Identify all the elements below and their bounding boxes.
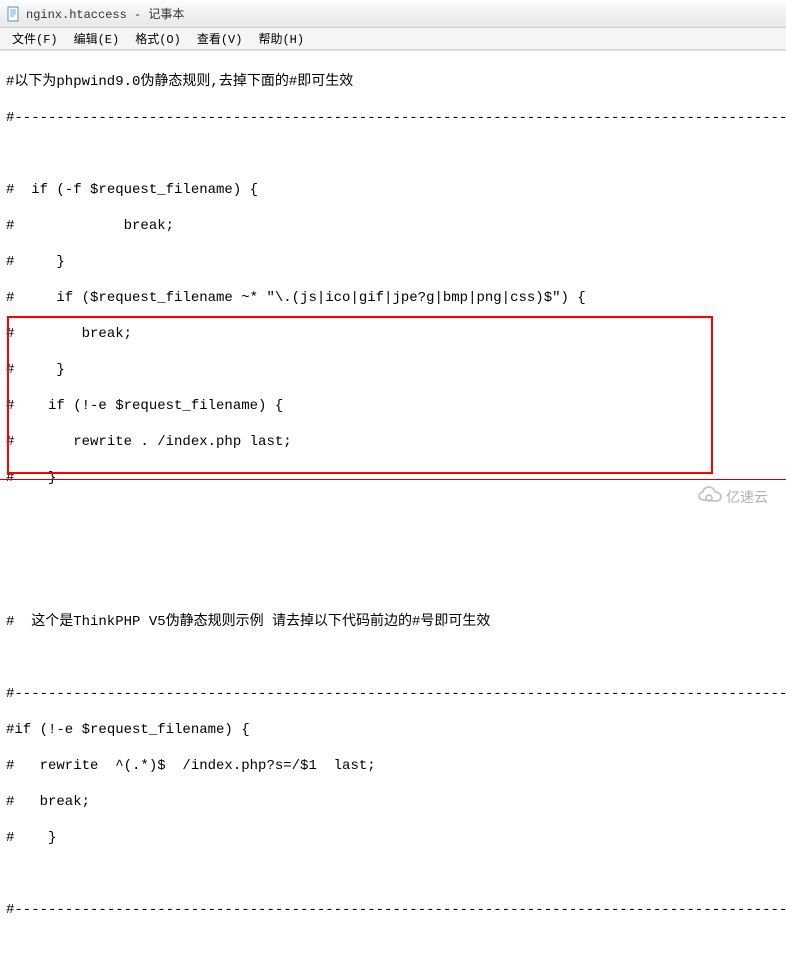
code-line: # rewrite ^(.*)$ /index.php?s=/$1 last;	[6, 757, 780, 775]
code-line	[6, 649, 780, 667]
code-line	[6, 865, 780, 883]
menu-format[interactable]: 格式(O)	[127, 28, 189, 49]
code-line: # }	[6, 253, 780, 271]
code-line	[6, 577, 780, 595]
menu-view[interactable]: 查看(V)	[189, 28, 251, 49]
window-title: nginx.htaccess - 记事本	[26, 5, 184, 22]
code-line: # 这个是ThinkPHP V5伪静态规则示例 请去掉以下代码前边的#号即可生效	[6, 613, 780, 631]
code-line: # rewrite . /index.php last;	[6, 433, 780, 451]
code-line: # if (!-e $request_filename) {	[6, 397, 780, 415]
code-line: # break;	[6, 325, 780, 343]
cloud-icon	[698, 486, 722, 508]
code-line: # }	[6, 361, 780, 379]
code-line: # break;	[6, 217, 780, 235]
code-line	[6, 145, 780, 163]
separator-line	[0, 479, 786, 480]
code-line: #以下为phpwind9.0伪静态规则,去掉下面的#即可生效	[6, 73, 780, 91]
watermark: 亿速云	[698, 486, 768, 508]
code-line	[6, 505, 780, 523]
code-line: # if ($request_filename ~* "\.(js|ico|gi…	[6, 289, 780, 307]
code-line: #if (!-e $request_filename) {	[6, 721, 780, 739]
code-line: # }	[6, 829, 780, 847]
menu-file[interactable]: 文件(F)	[4, 28, 66, 49]
code-line: # break;	[6, 793, 780, 811]
menu-help[interactable]: 帮助(H)	[250, 28, 312, 49]
watermark-text: 亿速云	[726, 487, 768, 507]
title-bar: nginx.htaccess - 记事本	[0, 0, 786, 28]
code-line: # if (-f $request_filename) {	[6, 181, 780, 199]
code-line: #---------------------------------------…	[6, 685, 780, 703]
text-editor-area[interactable]: #以下为phpwind9.0伪静态规则,去掉下面的#即可生效 #--------…	[0, 50, 786, 514]
code-line: #---------------------------------------…	[6, 901, 780, 919]
code-line: # }	[6, 469, 780, 487]
menu-bar: 文件(F) 编辑(E) 格式(O) 查看(V) 帮助(H)	[0, 28, 786, 50]
menu-edit[interactable]: 编辑(E)	[66, 28, 128, 49]
code-line	[6, 541, 780, 559]
notepad-icon	[6, 6, 22, 22]
code-line: #---------------------------------------…	[6, 109, 780, 127]
